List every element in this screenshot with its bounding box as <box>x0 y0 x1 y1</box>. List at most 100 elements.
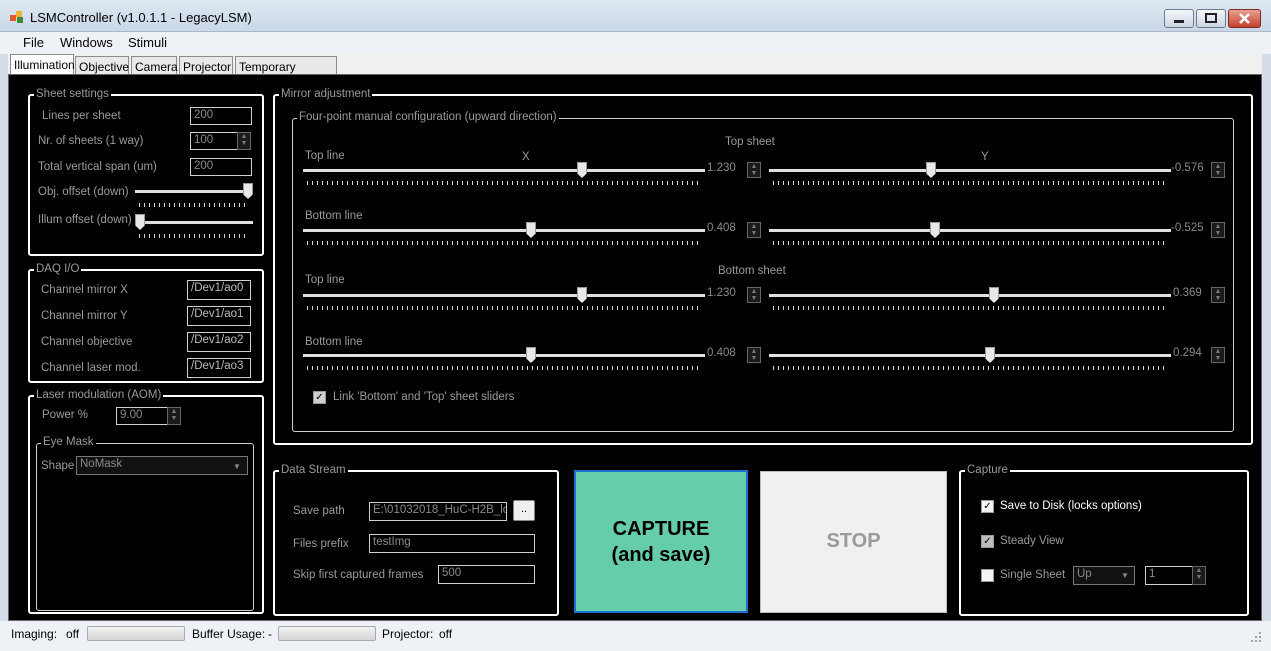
top-sheet-top-line-x-spinner[interactable]: ▲ ▼ <box>747 162 761 178</box>
data-stream-group: Data Stream Save path E:\01032018_HuC-H2… <box>273 464 559 616</box>
slider-thumb[interactable] <box>577 162 587 178</box>
bottom-sheet-bottom-line-x-spinner[interactable]: ▲ ▼ <box>747 347 761 363</box>
channel-laser-label: Channel laser mod. <box>41 362 141 374</box>
tab-camera[interactable]: Camera <box>131 56 178 76</box>
bottom-sheet-top-line-y-spinner[interactable]: ▲ ▼ <box>1211 287 1225 303</box>
lines-per-sheet-input[interactable]: 200 <box>190 107 252 125</box>
bottom-sheet-bottom-line-y-spinner[interactable]: ▲ ▼ <box>1211 347 1225 363</box>
slider-thumb[interactable] <box>985 347 995 363</box>
laser-modulation-title: Laser modulation (AOM) <box>34 389 164 401</box>
slider-thumb[interactable] <box>989 287 999 303</box>
minimize-button[interactable] <box>1164 9 1194 28</box>
channel-laser-input[interactable]: /Dev1/ao3 <box>187 358 251 378</box>
menu-windows[interactable]: Windows <box>60 35 113 50</box>
close-icon <box>1239 13 1250 24</box>
menu-file[interactable]: File <box>23 35 44 50</box>
menu-stimuli[interactable]: Stimuli <box>128 35 167 50</box>
mirror-adjustment-title: Mirror adjustment <box>279 88 373 100</box>
slider-thumb[interactable] <box>526 347 536 363</box>
top-sheet-top-line-y-slider[interactable] <box>769 161 1171 185</box>
resize-grip-icon[interactable] <box>1250 631 1262 643</box>
top-sheet-bottom-line-y-value: -0.525 <box>1171 222 1204 234</box>
power-spinner[interactable]: ▲ ▼ <box>167 407 181 425</box>
save-to-disk-checkbox[interactable]: ✓ <box>981 500 994 513</box>
status-bar: Imaging: off Buffer Usage: - Projector: … <box>0 621 1271 651</box>
capture-button[interactable]: CAPTURE (and save) <box>574 470 748 613</box>
tab-temporary-features[interactable]: Temporary Features <box>235 56 337 88</box>
save-path-label: Save path <box>293 505 345 517</box>
maximize-button[interactable] <box>1196 9 1226 28</box>
data-stream-title: Data Stream <box>279 464 348 476</box>
bottom-sheet-bottom-line-y-value: 0.294 <box>1173 347 1202 359</box>
bottom-sheet-top-line-x-slider[interactable] <box>303 286 705 310</box>
link-sliders-checkbox[interactable]: ✓ <box>313 391 326 404</box>
window-title: LSMController (v1.0.1.1 - LegacyLSM) <box>30 10 252 25</box>
sheet-settings-group: Sheet settings Lines per sheet 200 Nr. o… <box>28 88 264 256</box>
daq-io-title: DAQ I/O <box>34 263 82 275</box>
top-sheet-top-line-x-slider[interactable] <box>303 161 705 185</box>
four-point-group: Four-point manual configuration (upward … <box>292 111 1234 432</box>
channel-mirror-y-input[interactable]: /Dev1/ao1 <box>187 306 251 326</box>
steady-view-checkbox[interactable]: ✓ <box>981 535 994 548</box>
channel-mirror-x-input[interactable]: /Dev1/ao0 <box>187 280 251 300</box>
eye-mask-group: Eye Mask Shape NoMask ▼ <box>36 436 254 611</box>
obj-offset-label: Obj. offset (down) <box>38 186 129 198</box>
top-sheet-bottom-line-y-slider[interactable] <box>769 221 1171 245</box>
slider-thumb[interactable] <box>930 222 940 238</box>
files-prefix-input[interactable]: testImg <box>369 534 535 553</box>
menu-bar: File Windows Stimuli <box>0 32 1271 54</box>
illum-offset-slider[interactable] <box>135 210 253 238</box>
link-sliders-label: Link 'Bottom' and 'Top' sheet sliders <box>333 391 515 403</box>
channel-objective-input[interactable]: /Dev1/ao2 <box>187 332 251 352</box>
sheet-settings-title: Sheet settings <box>34 88 111 100</box>
close-button[interactable] <box>1228 9 1261 28</box>
projector-value: off <box>439 627 453 641</box>
tab-strip: Illumination Objective Camera Projector … <box>8 54 1262 88</box>
save-path-input[interactable]: E:\01032018_HuC-H2B_lon <box>369 502 507 521</box>
browse-button[interactable]: .. <box>513 500 535 521</box>
nr-sheets-spinner[interactable]: ▲ ▼ <box>237 132 251 150</box>
top-sheet-bottom-line-x-slider[interactable] <box>303 221 705 245</box>
slider-thumb[interactable] <box>526 222 536 238</box>
shape-label: Shape <box>41 460 75 472</box>
top-sheet-top-line-y-value: -0.576 <box>1171 162 1204 174</box>
maximize-icon <box>1205 13 1217 23</box>
chevron-down-icon: ▼ <box>233 462 241 471</box>
illumination-panel: Sheet settings Lines per sheet 200 Nr. o… <box>8 74 1262 621</box>
sheet-number-spinner[interactable]: ▲ ▼ <box>1192 566 1206 585</box>
buffer-label: Buffer Usage: <box>192 627 266 641</box>
capture-button-line1: CAPTURE <box>612 518 710 540</box>
bottom-sheet-bottom-line-x-slider[interactable] <box>303 346 705 370</box>
tab-illumination[interactable]: Illumination <box>10 54 75 76</box>
imaging-progress <box>87 626 185 641</box>
laser-modulation-group: Laser modulation (AOM) Power % 9.00 ▲ ▼ E… <box>28 389 264 614</box>
tab-objective[interactable]: Objective <box>75 56 129 76</box>
top-sheet-bottom-line-x-spinner[interactable]: ▲ ▼ <box>747 222 761 238</box>
bottom-sheet-top-line-x-spinner[interactable]: ▲ ▼ <box>747 287 761 303</box>
mirror-adjustment-group: Mirror adjustment Four-point manual conf… <box>273 88 1253 445</box>
illum-offset-thumb[interactable] <box>135 214 145 230</box>
shape-select[interactable]: NoMask <box>76 456 248 475</box>
title-bar: LSMController (v1.0.1.1 - LegacyLSM) <box>0 0 1271 32</box>
slider-thumb[interactable] <box>577 287 587 303</box>
bottom-sheet-bottom-line-y-slider[interactable] <box>769 346 1171 370</box>
bottom-sheet-top-line-y-slider[interactable] <box>769 286 1171 310</box>
vertical-span-input[interactable]: 200 <box>190 158 252 176</box>
single-sheet-checkbox[interactable] <box>981 569 994 582</box>
top-sheet-header: Top sheet <box>725 136 775 148</box>
slider-thumb[interactable] <box>926 162 936 178</box>
daq-io-group: DAQ I/O Channel mirror X /Dev1/ao0 Chann… <box>28 263 264 383</box>
nr-sheets-input[interactable]: 100 <box>190 132 238 150</box>
tab-projector[interactable]: Projector <box>179 56 233 76</box>
vertical-span-label: Total vertical span (um) <box>38 161 157 173</box>
bottom-sheet-top-line-x-value: 1.230 <box>707 287 736 299</box>
top-sheet-top-line-y-spinner[interactable]: ▲ ▼ <box>1211 162 1225 178</box>
power-input[interactable]: 9.00 <box>116 407 168 425</box>
stop-button[interactable]: STOP <box>760 471 947 613</box>
top-sheet-bottom-line-y-spinner[interactable]: ▲ ▼ <box>1211 222 1225 238</box>
obj-offset-thumb[interactable] <box>243 183 253 199</box>
sheet-number-input[interactable]: 1 <box>1145 566 1193 585</box>
single-sheet-label: Single Sheet <box>1000 569 1066 581</box>
obj-offset-slider[interactable] <box>135 182 253 208</box>
skip-frames-input[interactable]: 500 <box>438 565 535 584</box>
